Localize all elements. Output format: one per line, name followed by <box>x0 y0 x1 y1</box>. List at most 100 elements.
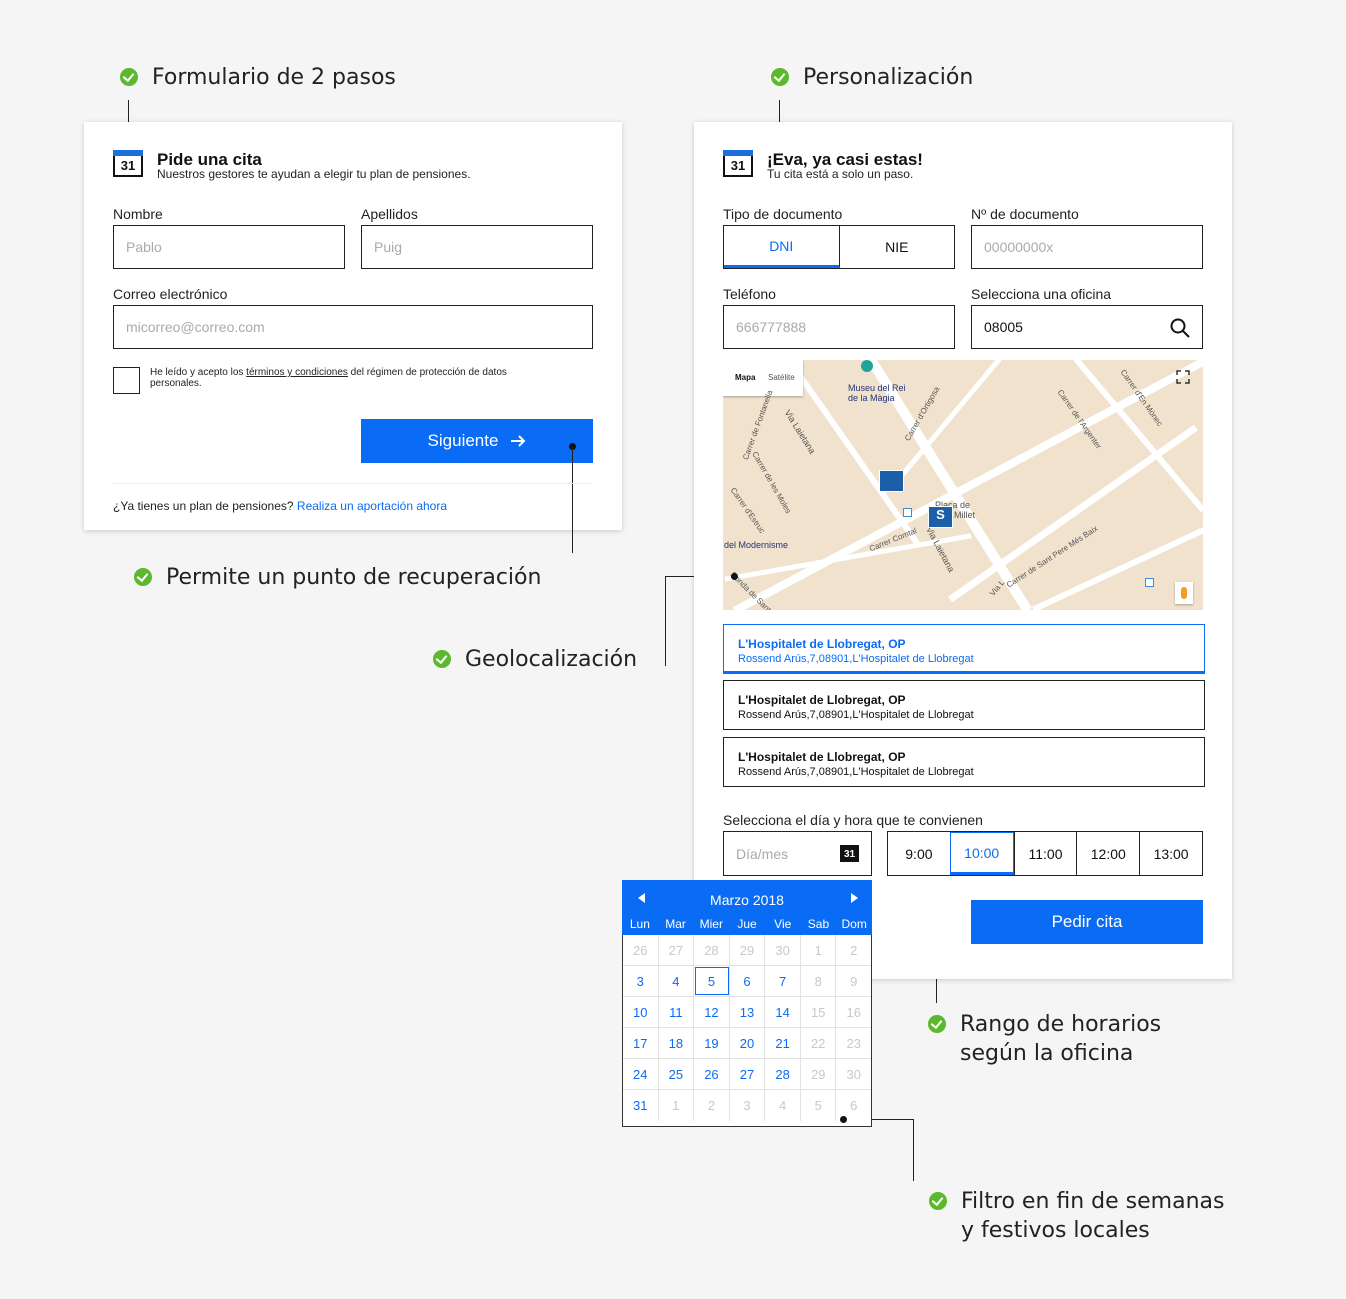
terms-link[interactable]: términos y condiciones <box>246 367 348 378</box>
office-marker-icon[interactable]: S <box>928 506 953 528</box>
map-label: Millet <box>954 510 976 520</box>
street-view-icon[interactable] <box>1175 582 1193 604</box>
calendar-day[interactable]: 31 <box>623 1090 659 1121</box>
office-map[interactable]: Mapa Satélite Museu del Rei de la Màgia … <box>723 360 1203 610</box>
calendar-day[interactable]: 28 <box>765 1059 801 1089</box>
terms-text-post2: personales. <box>150 378 202 389</box>
date-picker: Marzo 2018 Lun Mar Mier Jue Vie Sab Dom 26 27 28… <box>622 880 872 1127</box>
name-input[interactable]: Pablo <box>113 225 345 269</box>
calendar-day[interactable]: 3 <box>623 966 659 996</box>
check-icon <box>929 1192 947 1210</box>
annotation-text: Rango de horarios <box>960 1012 1162 1037</box>
office-option[interactable]: L'Hospitalet de Llobregat, OP Rossend Ar… <box>723 680 1205 730</box>
calendar-day[interactable]: 13 <box>730 997 766 1027</box>
calendar-day-disabled: 1 <box>659 1090 695 1121</box>
calendar-icon: 31 <box>723 150 753 177</box>
map-label: Carrer d'Estruc <box>728 486 767 536</box>
calendar-day-selected[interactable]: 5 <box>694 966 730 996</box>
calendar-week-row: 10 11 12 13 14 15 16 <box>623 997 871 1028</box>
museum-pin-icon <box>861 360 873 372</box>
connector-dot <box>731 573 738 580</box>
surname-label: Apellidos <box>361 206 418 222</box>
calendar-day[interactable]: 27 <box>730 1059 766 1089</box>
next-button[interactable]: Siguiente <box>361 419 593 463</box>
map-tab[interactable]: Mapa <box>735 373 755 382</box>
surname-input[interactable]: Puig <box>361 225 593 269</box>
check-icon <box>134 568 152 586</box>
annotation-text: Personalización <box>803 65 974 90</box>
check-icon <box>433 650 451 668</box>
check-icon <box>120 68 138 86</box>
weekday-label: Lun <box>629 917 650 931</box>
office-option[interactable]: L'Hospitalet de Llobregat, OP Rossend Ar… <box>723 737 1205 787</box>
calendar-day-disabled: 22 <box>801 1028 837 1058</box>
doc-type-dni[interactable]: DNI <box>724 226 840 268</box>
contribution-link[interactable]: Realiza un aportación ahora <box>297 499 447 513</box>
hour-option[interactable]: 9:00 <box>888 832 950 875</box>
hour-option[interactable]: 12:00 <box>1076 832 1139 875</box>
connector-dot <box>840 1116 847 1123</box>
satellite-tab[interactable]: Satélite <box>768 373 795 382</box>
phone-label: Teléfono <box>723 286 776 302</box>
calendar-day[interactable]: 7 <box>765 966 801 996</box>
doc-type-nie[interactable]: NIE <box>840 226 955 268</box>
calendar-day-disabled: 16 <box>846 1004 861 1020</box>
calendar-day[interactable]: 18 <box>659 1028 695 1058</box>
arrow-right-icon <box>511 435 526 447</box>
calendar-day[interactable]: 4 <box>659 966 695 996</box>
date-input[interactable]: Día/mes 31 <box>723 831 872 876</box>
doc-number-input[interactable]: 00000000x <box>971 225 1203 269</box>
hour-option[interactable]: 11:00 <box>1013 832 1077 875</box>
chevron-right-icon[interactable] <box>850 893 858 903</box>
step1-subtitle: Nuestros gestores te ayudan a elegir tu … <box>157 167 471 181</box>
fullscreen-icon[interactable] <box>1176 370 1190 384</box>
calendar-day[interactable]: 10 <box>623 997 659 1027</box>
map-type-control: Mapa Satélite <box>723 360 803 396</box>
calendar-day[interactable]: 19 <box>694 1028 730 1058</box>
calendar-day[interactable]: 14 <box>765 997 801 1027</box>
weekday-label: Dom <box>841 917 867 931</box>
office-marker-icon[interactable] <box>879 470 904 492</box>
calendar-day[interactable]: 21 <box>765 1028 801 1058</box>
calendar-day[interactable]: 12 <box>694 997 730 1027</box>
calendar-day[interactable]: 17 <box>623 1028 659 1058</box>
calendar-day[interactable]: 25 <box>659 1059 695 1089</box>
calendar-week-row: 31 1 2 3 4 5 6 <box>623 1090 871 1121</box>
calendar-day-disabled: 2 <box>694 1090 730 1121</box>
map-label: Carrer de Sant Pere Més Baix <box>1005 523 1100 590</box>
terms-checkbox[interactable] <box>113 367 140 394</box>
annotation-text: Filtro en fin de semanas <box>961 1189 1225 1214</box>
annotation-hours: Rango de horarios según la oficina <box>928 1010 1161 1068</box>
email-label: Correo electrónico <box>113 286 228 302</box>
weekday-label: Jue <box>737 917 757 931</box>
calendar-day[interactable]: 6 <box>730 966 766 996</box>
terms-text-pre: He leído y acepto los <box>150 367 244 378</box>
annotation-text: y festivos locales <box>961 1218 1150 1243</box>
step2-subtitle: Tu cita está a solo un paso. <box>767 167 914 181</box>
calendar-week-row: 3456789 <box>623 966 871 997</box>
divider <box>113 483 593 484</box>
calendar-day-disabled: 29 <box>730 935 766 965</box>
office-search-input[interactable]: 08005 <box>971 305 1203 349</box>
phone-input[interactable]: 666777888 <box>723 305 955 349</box>
calendar-day-disabled: 9 <box>850 973 858 989</box>
calendar-day[interactable]: 20 <box>730 1028 766 1058</box>
search-icon[interactable] <box>1170 318 1190 338</box>
map-label: Via Laietana <box>782 408 818 456</box>
calendar-day[interactable]: 26 <box>694 1059 730 1089</box>
calendar-icon[interactable]: 31 <box>840 845 859 862</box>
map-label: Via Laietana <box>924 525 957 574</box>
calendar-day[interactable]: 11 <box>659 997 695 1027</box>
connector-line <box>572 447 573 553</box>
hour-option[interactable]: 13:00 <box>1139 832 1202 875</box>
weekday-label: Vie <box>774 917 792 931</box>
weekday-label: Mier <box>699 917 723 931</box>
email-input[interactable]: micorreo@correo.com <box>113 305 593 349</box>
annotation-text: Geolocalización <box>465 647 638 672</box>
submit-appointment-button[interactable]: Pedir cita <box>971 900 1203 944</box>
name-label: Nombre <box>113 206 163 222</box>
calendar-day[interactable]: 24 <box>623 1059 659 1089</box>
office-option[interactable]: L'Hospitalet de Llobregat, OP Rossend Ar… <box>723 624 1205 674</box>
date-placeholder: Día/mes <box>736 845 789 862</box>
hour-option-selected[interactable]: 10:00 <box>949 832 1014 875</box>
